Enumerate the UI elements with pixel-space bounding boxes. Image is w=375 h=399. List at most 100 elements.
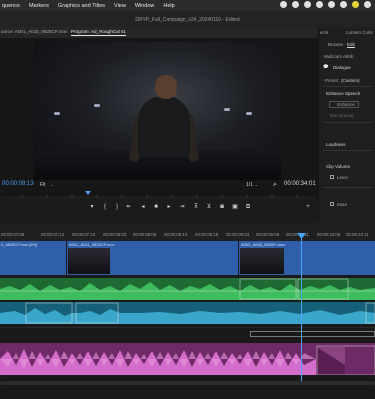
enhance-button-label: Enhance [337,102,355,107]
menu-help[interactable]: Help [163,3,174,9]
audio-track-a1[interactable] [0,278,375,300]
go-to-out-icon[interactable]: ⇥ [178,203,186,211]
ruler-tick-label: 00:00:08:18 [195,232,219,237]
divider [323,86,373,87]
monitor-tabs: ource: A001_A015_0825CP.mov Program: Ad_… [0,27,318,38]
mix-amount-label: Mix Amount [330,113,354,118]
dialogue-label[interactable]: Dialogue [333,65,351,70]
proxy-toggle-icon[interactable]: ⧉ [244,203,252,211]
dropbox-icon[interactable] [304,1,311,8]
level-checkbox[interactable] [330,175,334,179]
tab-source-monitor[interactable]: ource: A001_A015_0825CP.mov [1,29,67,34]
preset-label: Preset: [325,78,340,83]
clip-thumbnail [68,248,110,274]
tab-effects[interactable]: ects [320,30,328,35]
monitor-time-ruler[interactable] [2,189,316,199]
title-bar: DRYP_Fall_Campaign_v24_20240110 - Edited [0,11,375,27]
menu-sequence[interactable]: quence [2,3,20,9]
wifi-icon[interactable] [328,1,335,8]
step-forward-icon[interactable]: ▸ [165,203,173,211]
step-back-icon[interactable]: ◂ [139,203,147,211]
loudness-heading[interactable]: Loudness [326,142,346,147]
lift-icon[interactable]: ⊼ [192,203,200,211]
effect-controls-panel: ects Lumetri Color Browse Edit Multicam … [318,27,375,241]
timeline-scrollbar[interactable] [0,381,375,385]
chevron-down-icon: ⌄ [49,182,54,188]
clip-thumbnail [240,248,284,274]
control-center-icon[interactable] [364,1,371,8]
ruler-tick-label: 00:00:08:13 [164,232,188,237]
runner-body [138,97,190,157]
menu-markers[interactable]: Markers [29,3,49,9]
level-slider[interactable] [323,187,373,188]
tab-browse[interactable]: Browse [328,42,343,47]
audio-track-a2[interactable] [0,302,375,324]
video-light [224,108,230,111]
menu-graphics-and-titles[interactable]: Graphics and Titles [58,3,105,9]
video-clip-label: A001_A011_0825CP.mov [69,242,115,247]
mark-out-icon[interactable]: } [113,203,121,211]
video-clip-label: 0_0825CP.mov [5%] [1,242,38,247]
resolution-value: 1/1 [246,182,253,188]
audio-track-a4[interactable] [0,343,375,375]
wrench-icon[interactable] [272,182,277,187]
transport-controls: ▾ { } ⇤ ◂ ■ ▸ ⇥ ⊼ ⊻ ◙ ▣ ⧉ + [0,201,318,214]
record-icon[interactable] [316,1,323,8]
add-marker-icon[interactable]: ▾ [88,203,96,211]
go-to-in-icon[interactable]: ⇤ [125,203,133,211]
runner-head [155,75,177,99]
menu-window[interactable]: Window [135,3,155,9]
video-light [246,112,252,115]
ruler-tick-label: 00:00:09:11 [286,232,309,237]
comparison-view-icon[interactable]: ▣ [231,203,239,211]
ruler-tick-label: 00:00:07:18 [72,232,96,237]
video-light [54,112,60,115]
audio-clip-outline[interactable] [250,331,375,337]
mute-checkbox[interactable] [330,202,334,206]
preset-dropdown[interactable]: (Custom) [341,78,360,83]
ruler-tick-label: 00:00:07:12 [41,232,65,237]
timeline-ruler[interactable]: 00:00:07:08 00:00:07:12 00:00:07:18 00:0… [0,223,375,241]
export-frame-icon[interactable]: ◙ [218,203,226,211]
zoom-fit-value: Fit [40,182,46,188]
video-clip-label: A002_A008_0825FI.mov [241,242,286,247]
menu-bar: quence Markers Graphics and Titles View … [0,0,375,11]
clip-volume-heading[interactable]: Clip Volume [326,164,350,169]
video-light [94,104,100,107]
ruler-tick-label: 00:00:09:03 [226,232,250,237]
button-editor-icon[interactable]: + [304,203,312,211]
chevron-down-icon: ⌄ [254,182,259,188]
zoom-fit-dropdown[interactable]: Fit ⌄ [40,182,54,188]
duration-timecode: 00:00:34:01 [284,181,316,187]
sync-icon[interactable] [292,1,299,8]
tab-edit[interactable]: Edit [347,42,355,48]
ruler-tick-label: 00:00:10:08 [317,232,341,237]
battery-icon[interactable] [340,1,347,8]
playhead-timecode[interactable]: 00:00:09:13 [2,181,34,187]
multicam-attributes[interactable]: Multicam Attrib [324,54,354,59]
notes-icon[interactable] [352,1,359,8]
resolution-dropdown[interactable]: 1/1 ⌄ [246,182,259,188]
mix-amount-slider[interactable] [323,122,373,123]
stop-icon[interactable]: ■ [152,203,160,211]
program-menu-icon[interactable]: ≡ [121,29,124,34]
menu-view[interactable]: View [114,3,126,9]
mute-label: Mute [337,202,348,207]
menu-status-icons [280,1,371,8]
window-title: DRYP_Fall_Campaign_v24_20240110 - Edited [135,17,240,23]
ruler-tick-label: 00:00:07:08 [1,232,25,237]
mark-in-icon[interactable]: { [101,203,109,211]
timeline-tracks: 0_0825CP.mov [5%] A001_A011_0825CP.mov A… [0,241,375,399]
extract-icon[interactable]: ⊻ [205,203,213,211]
enhance-speech-heading[interactable]: Enhance Speech [326,91,360,96]
speech-bubble-icon: 💬 [323,64,329,69]
ruler-tick-label: 00:00:08:03 [103,232,127,237]
divider [323,150,373,151]
tab-lumetri-color[interactable]: Lumetri Color [346,30,373,35]
tab-program-monitor[interactable]: Program: Ad_RoughCut v1 [71,29,126,36]
monitor-playhead[interactable] [85,191,91,195]
playhead-line [301,233,302,381]
ruler-tick-label: 00:00:10:11 [346,232,369,237]
creative-cloud-icon[interactable] [280,1,287,8]
ruler-tick-label: 00:00:08:08 [133,232,157,237]
